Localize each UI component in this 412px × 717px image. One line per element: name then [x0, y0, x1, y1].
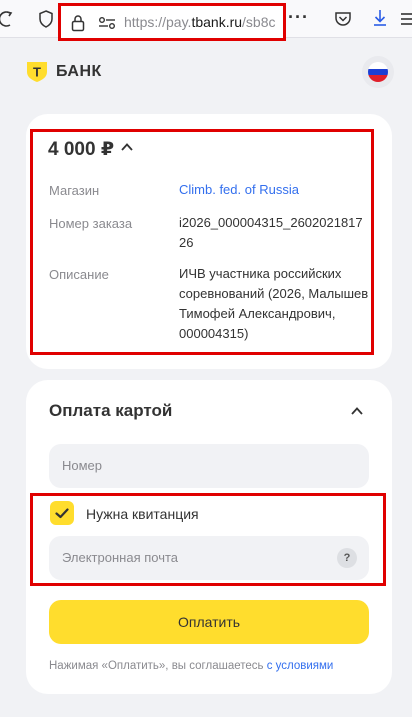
terms-link[interactable]: с условиями — [267, 660, 334, 672]
browser-toolbar: https://pay.tbank.ru/sb8c ··· — [0, 0, 412, 41]
pocket-icon[interactable] — [334, 10, 352, 28]
url-scheme: https://pay. — [124, 14, 192, 30]
reload-icon[interactable] — [0, 9, 14, 29]
flag-stripe-top — [368, 62, 388, 69]
pay-button[interactable]: Оплатить — [49, 600, 369, 644]
url-domain: tbank.ru — [191, 14, 243, 30]
receipt-highlight-frame — [30, 493, 386, 586]
address-bar[interactable]: https://pay.tbank.ru/sb8c — [58, 3, 286, 41]
chevron-up-icon[interactable] — [350, 404, 364, 418]
more-icon[interactable]: ··· — [288, 7, 309, 28]
language-switcher[interactable] — [362, 56, 394, 88]
logo-letter: Т — [33, 65, 41, 80]
terms-prefix: Нажимая «Оплатить», вы соглашаетесь — [49, 660, 267, 672]
flag-stripe-bottom — [368, 75, 388, 82]
tracking-shield-icon[interactable] — [38, 9, 54, 29]
site-permissions-icon[interactable] — [97, 15, 117, 31]
card-number-field[interactable]: Номер — [49, 444, 369, 488]
logo-text: БАНК — [56, 63, 102, 80]
hamburger-menu-icon[interactable] — [400, 10, 412, 28]
terms-text: Нажимая «Оплатить», вы соглашаетесь с ус… — [49, 660, 333, 672]
order-highlight-frame — [30, 129, 374, 355]
russian-flag-icon — [368, 62, 388, 82]
lock-icon[interactable] — [71, 14, 85, 32]
payment-title: Оплата картой — [49, 401, 173, 420]
url-path: /sb8c — [242, 14, 276, 30]
flag-stripe-middle — [368, 68, 388, 76]
card-number-placeholder: Номер — [62, 458, 103, 473]
tbank-logo[interactable]: Т БАНК — [26, 61, 102, 83]
url-text[interactable]: https://pay.tbank.ru/sb8c — [124, 14, 281, 30]
download-icon[interactable] — [372, 8, 388, 28]
tbank-shield-icon: Т — [27, 62, 47, 82]
